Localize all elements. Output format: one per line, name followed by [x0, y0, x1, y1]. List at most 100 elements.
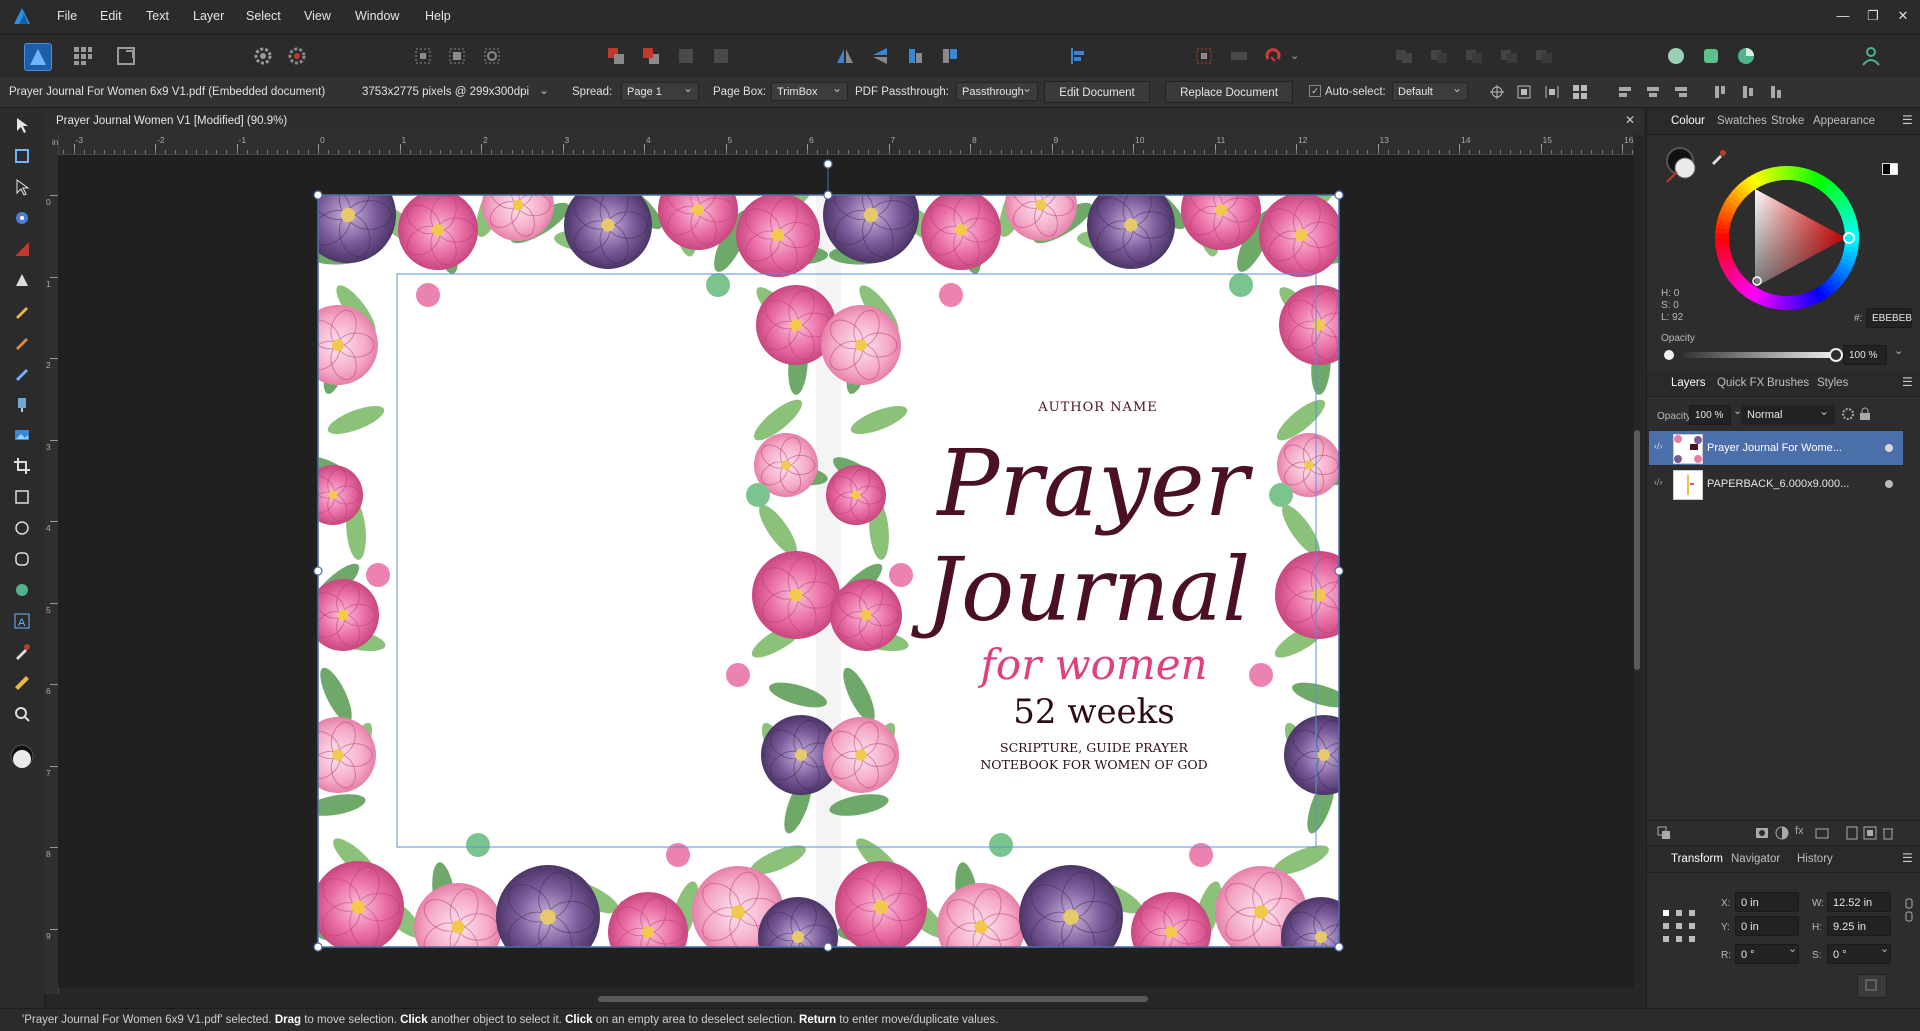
assistant-icon[interactable]: [1735, 45, 1757, 67]
layer-opacity-input[interactable]: 100 %: [1689, 405, 1731, 425]
move-to-back-icon[interactable]: [605, 45, 627, 67]
colour-swap-icon[interactable]: [1882, 163, 1898, 175]
anchor-selector-icon[interactable]: [1661, 908, 1697, 947]
artboard-tool-icon[interactable]: [13, 147, 31, 165]
fill-stroke-swatch-icon[interactable]: [9, 743, 35, 769]
adjustment-icon[interactable]: [1775, 826, 1789, 843]
space-horizontally-icon[interactable]: [1545, 85, 1559, 102]
snapping-toggle-icon[interactable]: [1228, 45, 1250, 67]
boolean-intersect-icon[interactable]: [1463, 45, 1485, 67]
menu-window[interactable]: Window: [355, 9, 399, 23]
brush-tool-icon[interactable]: [13, 333, 31, 351]
tab-history[interactable]: History: [1797, 853, 1833, 865]
live-filter-icon[interactable]: [1815, 826, 1829, 843]
delete-layer-icon[interactable]: [1881, 826, 1895, 843]
show-bbox-icon[interactable]: [1517, 85, 1531, 102]
align-middle-icon[interactable]: [1741, 85, 1755, 102]
edit-document-button[interactable]: Edit Document: [1044, 81, 1150, 103]
tab-swatches[interactable]: Swatches: [1717, 115, 1767, 127]
menu-view[interactable]: View: [304, 9, 331, 23]
export-persona-icon[interactable]: [116, 45, 138, 67]
rotate-right-icon[interactable]: [939, 45, 961, 67]
move-back-one-icon[interactable]: [640, 45, 662, 67]
tab-quick-fx[interactable]: Quick FX: [1717, 377, 1764, 389]
select-frame-icon[interactable]: [412, 45, 434, 67]
boolean-subtract-icon[interactable]: [1428, 45, 1450, 67]
shape-tool-icon[interactable]: [13, 581, 31, 599]
grid-arrange-icon[interactable]: [1573, 85, 1587, 102]
tab-layers[interactable]: Layers: [1671, 377, 1706, 389]
rectangle-tool-icon[interactable]: [13, 488, 31, 506]
pencil-tool-icon[interactable]: [13, 302, 31, 320]
picture-frame-icon[interactable]: [13, 426, 31, 444]
horizontal-scrollbar[interactable]: [598, 996, 1148, 1002]
layer-row-prayer-journal[interactable]: ‹/› Prayer Journal For Wome...: [1649, 431, 1903, 465]
menu-edit[interactable]: Edit: [100, 9, 122, 23]
add-group-icon[interactable]: [1863, 826, 1877, 843]
rotation-dropdown-icon[interactable]: ⌄: [1788, 942, 1797, 955]
pen-tool-icon[interactable]: [13, 271, 31, 289]
align-center-icon[interactable]: [1646, 85, 1660, 102]
passthrough-select[interactable]: Passthrough: [956, 79, 1038, 101]
colour-wheel[interactable]: [1712, 163, 1862, 313]
spread-select[interactable]: Page 1: [621, 79, 699, 101]
move-forward-one-icon[interactable]: [675, 45, 697, 67]
layer-row-paperback[interactable]: ‹/› PAPERBACK_6.000x9.000...: [1649, 467, 1903, 501]
preflight-gear-icon[interactable]: [252, 45, 274, 67]
pixel-brush-icon[interactable]: [13, 364, 31, 382]
opacity-dropdown-icon[interactable]: ⌄: [1894, 344, 1903, 357]
document-tab-title[interactable]: Prayer Journal Women V1 [Modified] (90.9…: [56, 115, 287, 127]
layer-link-icon[interactable]: ‹/›: [1654, 477, 1663, 487]
comment-icon[interactable]: [1665, 45, 1687, 67]
menu-layer[interactable]: Layer: [193, 9, 224, 23]
ellipse-tool-icon[interactable]: [13, 519, 31, 537]
text-tool-icon[interactable]: A: [13, 612, 31, 630]
rotate-left-icon[interactable]: [904, 45, 926, 67]
y-input[interactable]: 0 in: [1735, 916, 1799, 936]
add-layer-icon[interactable]: [1845, 826, 1859, 843]
measure-tool-icon[interactable]: [13, 674, 31, 692]
move-to-front-icon[interactable]: [710, 45, 732, 67]
menu-file[interactable]: File: [57, 9, 77, 23]
panel-menu-icon[interactable]: ☰: [1902, 113, 1913, 127]
flip-horizontal-icon[interactable]: [834, 45, 856, 67]
tab-brushes[interactable]: Brushes: [1767, 377, 1809, 389]
add-mask-icon[interactable]: [1755, 826, 1769, 843]
hex-input[interactable]: EBEBEB: [1866, 308, 1912, 328]
snapping-magnet-icon[interactable]: [1262, 45, 1284, 67]
autoselect-select[interactable]: Default: [1392, 79, 1468, 101]
vertical-scrollbar[interactable]: [1634, 430, 1640, 670]
lock-aspect-icon[interactable]: [1905, 898, 1913, 925]
menu-text[interactable]: Text: [146, 9, 169, 23]
shear-dropdown-icon[interactable]: ⌄: [1880, 942, 1889, 955]
opacity-slider-handle[interactable]: [1829, 348, 1843, 362]
layer-link-icon[interactable]: ‹/›: [1654, 441, 1663, 451]
minimize-button[interactable]: —: [1828, 6, 1858, 26]
align-right-icon[interactable]: [1674, 85, 1688, 102]
vertical-ruler[interactable]: 0 1 2 3 4 5 6 7 8 9: [44, 134, 59, 994]
boolean-divide-icon[interactable]: [1533, 45, 1555, 67]
transform-origin-icon[interactable]: [1490, 85, 1504, 102]
tab-appearance[interactable]: Appearance: [1813, 115, 1875, 127]
blend-mode-select[interactable]: Normal: [1741, 402, 1835, 425]
vector-crop-tool-icon[interactable]: [13, 209, 31, 227]
horizontal-ruler[interactable]: -3 -2 -1 0 1 2 3 4 5 6 7 8 9 10 11 12 13 14 15 16: [58, 134, 1634, 155]
height-input[interactable]: 9.25 in: [1827, 916, 1891, 936]
zoom-tool-icon[interactable]: [13, 705, 31, 723]
replace-document-button[interactable]: Replace Document: [1165, 81, 1293, 103]
canvas-area[interactable]: AUTHOR NAME Prayer Journal for women 52 …: [58, 155, 1634, 1002]
align-bottom-icon[interactable]: [1769, 85, 1783, 102]
app-logo-icon[interactable]: [12, 6, 32, 26]
fx-icon[interactable]: fx: [1795, 825, 1804, 837]
opacity-slider[interactable]: [1683, 352, 1833, 358]
menu-select[interactable]: Select: [246, 9, 281, 23]
x-input[interactable]: 0 in: [1735, 892, 1799, 912]
transparency-tool-icon[interactable]: [13, 240, 31, 258]
fill-stroke-selector-icon[interactable]: [1663, 144, 1703, 184]
tab-colour[interactable]: Colour: [1671, 115, 1705, 127]
grid-persona-icon[interactable]: [72, 45, 94, 67]
pagebox-select[interactable]: TrimBox: [771, 79, 848, 101]
account-icon[interactable]: [1860, 45, 1882, 67]
layer-visibility-icon[interactable]: [1885, 444, 1893, 452]
pixel-info-dropdown-icon[interactable]: ⌄: [539, 83, 549, 97]
